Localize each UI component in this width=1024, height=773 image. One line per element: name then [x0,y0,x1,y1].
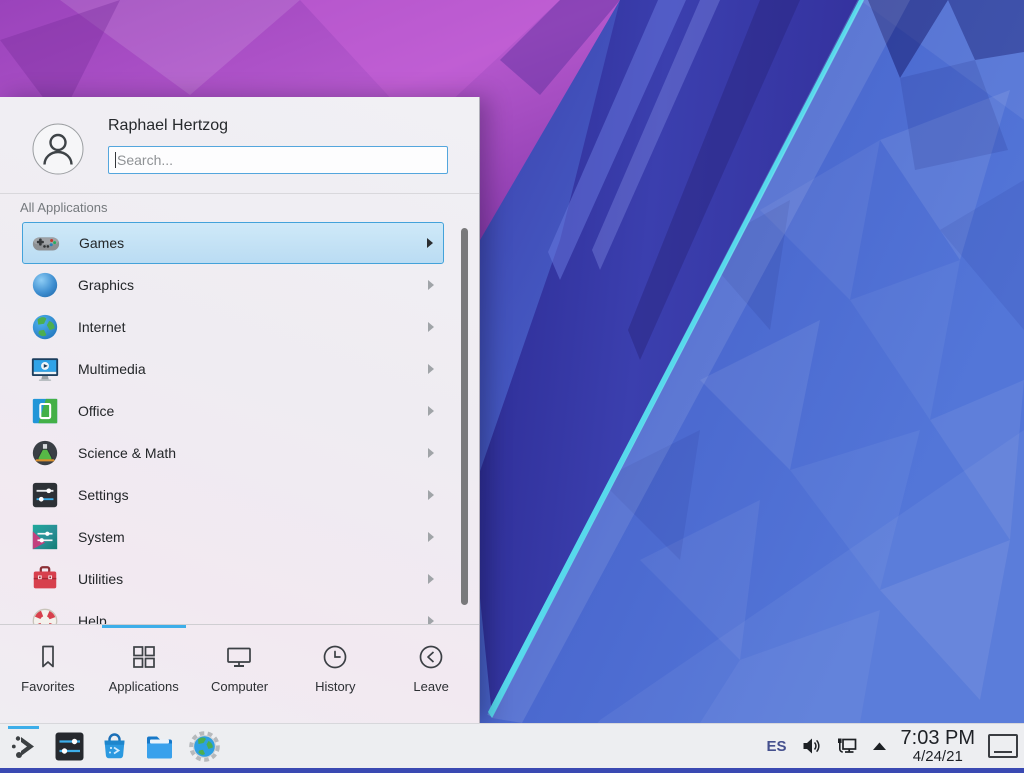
active-app-indicator [8,726,39,729]
category-list: Games Graphics [0,222,479,625]
web-browser-button[interactable] [188,730,221,763]
keyboard-layout-indicator[interactable]: ES [767,738,787,755]
office-document-icon [30,396,60,426]
flask-icon [30,438,60,468]
search-input[interactable] [108,146,448,174]
system-settings-button[interactable] [53,730,86,763]
tab-leave[interactable]: Leave [383,625,479,723]
tab-computer[interactable]: Computer [192,625,288,723]
bookmark-icon [33,642,63,672]
taskbar-panel: ES 7:03 PM 4/24/21 [0,723,1024,768]
submenu-arrow-icon [428,364,434,374]
submenu-arrow-icon [428,490,434,500]
system-tray: ES 7:03 PM 4/24/21 [767,728,1019,764]
submenu-arrow-icon [428,532,434,542]
volume-icon[interactable] [800,735,822,757]
show-desktop-button[interactable] [988,734,1018,758]
submenu-arrow-icon [428,322,434,332]
category-science-math[interactable]: Science & Math [22,432,444,474]
system-sliders-icon [30,522,60,552]
digital-clock[interactable]: 7:03 PM 4/24/21 [901,728,975,764]
category-label: Multimedia [78,361,146,377]
category-label: Science & Math [78,445,176,461]
text-caret [115,152,116,168]
category-utilities[interactable]: Utilities [22,558,444,600]
search-box [108,146,448,174]
kickoff-icon [8,730,41,763]
app-grid-icon [129,642,159,672]
folder-icon [143,730,176,763]
tab-label: Favorites [21,679,74,694]
section-label: All Applications [20,200,107,215]
network-icon[interactable] [835,735,858,757]
category-label: Utilities [78,571,123,587]
submenu-arrow-icon [428,448,434,458]
taskbar-app-icons [8,730,221,763]
tab-label: Leave [413,679,448,694]
category-settings[interactable]: Settings [22,474,444,516]
globe-gear-icon [188,730,221,763]
leave-icon [416,642,446,672]
user-avatar[interactable] [32,123,84,175]
category-multimedia[interactable]: Multimedia [22,348,444,390]
tab-label: Computer [211,679,268,694]
tab-favorites[interactable]: Favorites [0,625,96,723]
active-tab-indicator [102,625,186,628]
history-clock-icon [320,642,350,672]
settings-sliders-icon [30,480,60,510]
submenu-arrow-icon [427,238,433,248]
category-games[interactable]: Games [22,222,444,264]
app-launcher-button[interactable] [8,730,41,763]
category-internet[interactable]: Internet [22,306,444,348]
discover-bag-icon [98,730,131,763]
clock-time: 7:03 PM [901,728,975,748]
submenu-arrow-icon [428,280,434,290]
category-label: Games [79,235,124,251]
sphere-icon [30,270,60,300]
tab-label: Applications [109,679,179,694]
category-label: Graphics [78,277,134,293]
category-label: Office [78,403,114,419]
globe-icon [30,312,60,342]
discover-button[interactable] [98,730,131,763]
media-screen-icon [30,354,60,384]
category-label: Settings [78,487,129,503]
tab-applications[interactable]: Applications [96,625,192,723]
tab-history[interactable]: History [287,625,383,723]
category-graphics[interactable]: Graphics [22,264,444,306]
application-launcher-menu: Raphael Hertzog All Applications [0,97,480,723]
file-manager-button[interactable] [143,730,176,763]
submenu-arrow-icon [428,406,434,416]
submenu-arrow-icon [428,574,434,584]
gamepad-icon [31,228,61,258]
launcher-footer: Favorites Applications Computer [0,624,479,723]
toolbox-icon [30,564,60,594]
launcher-header: Raphael Hertzog [0,97,479,194]
expand-arrow-icon[interactable] [871,740,888,752]
category-label: Internet [78,319,125,335]
category-help[interactable]: Help [22,600,444,625]
computer-icon [224,642,254,672]
category-office[interactable]: Office [22,390,444,432]
tab-label: History [315,679,355,694]
lifebuoy-icon [30,606,60,625]
settings-app-icon [53,730,86,763]
clock-date: 4/24/21 [901,749,975,764]
scrollbar-thumb[interactable] [461,228,468,605]
user-name: Raphael Hertzog [108,117,228,135]
category-label: System [78,529,125,545]
category-system[interactable]: System [22,516,444,558]
